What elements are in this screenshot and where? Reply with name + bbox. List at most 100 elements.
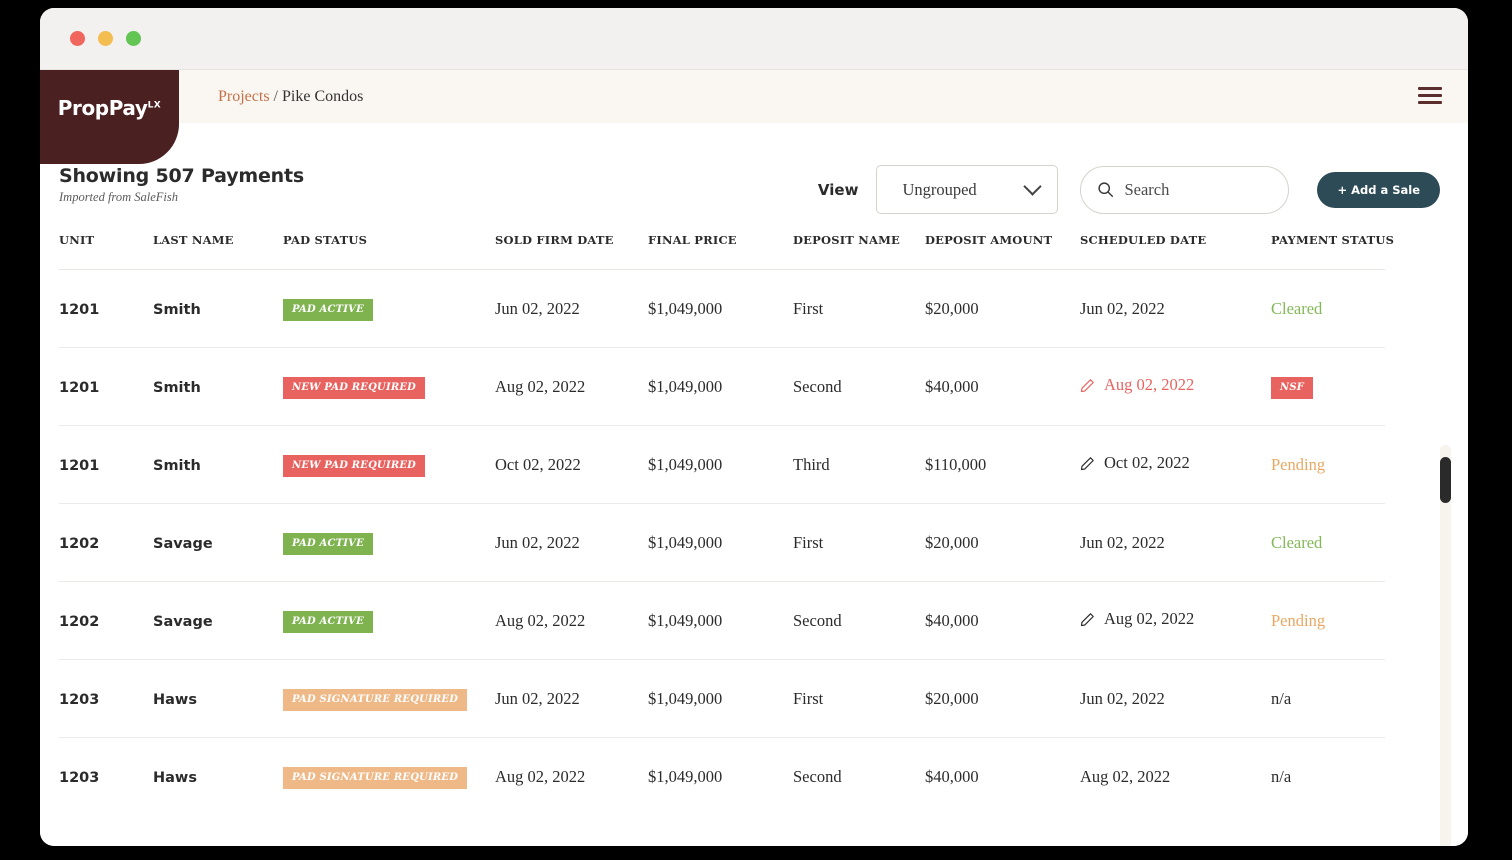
cell-sold-firm-date: Jun 02, 2022 [495, 269, 648, 348]
hamburger-bar-3 [1418, 101, 1442, 104]
cell-pad-status: PAD ACTIVE [283, 503, 495, 582]
table-row[interactable]: 1202 Savage PAD ACTIVE Aug 02, 2022 $1,049,0… [59, 581, 1385, 660]
cell-pad-status: PAD SIGNATURE REQUIRED [283, 738, 495, 816]
cell-last-name: Savage [153, 503, 283, 582]
cell-deposit-name: Third [793, 425, 925, 504]
cell-deposit-amount: $40,000 [925, 347, 1080, 426]
column-header-deposit-name[interactable]: DEPOSIT NAME [793, 233, 925, 270]
page-subtitle: Imported from SaleFish [59, 190, 178, 204]
cell-scheduled-date: Jun 02, 2022 [1080, 503, 1271, 582]
cell-scheduled-date: Jun 02, 2022 [1080, 659, 1271, 738]
chevron-down-icon [1023, 177, 1043, 196]
search-box[interactable] [1080, 165, 1290, 214]
breadcrumb-link-projects[interactable]: Projects [218, 88, 270, 105]
column-header-scheduled-date[interactable]: SCHEDULED DATE [1080, 233, 1271, 270]
vertical-scrollbar[interactable] [1440, 445, 1451, 846]
scheduled-date-value: Aug 02, 2022 [1080, 375, 1194, 395]
minimize-window-button[interactable] [98, 31, 113, 46]
cell-scheduled-date[interactable]: Aug 02, 2022 [1080, 581, 1271, 660]
cell-last-name: Smith [153, 425, 283, 504]
payment-status-text: Pending [1271, 610, 1326, 630]
scheduled-date-value: Aug 02, 2022 [1080, 766, 1171, 786]
cell-sold-firm-date: Oct 02, 2022 [495, 425, 648, 504]
column-header-pad-status[interactable]: PAD STATUS [283, 233, 495, 270]
hamburger-menu-icon[interactable] [1418, 87, 1442, 105]
cell-payment-status: Cleared [1271, 503, 1385, 582]
page-heading-block: Showing 507 Payments Imported from SaleF… [59, 165, 304, 205]
column-header-payment-status[interactable]: PAYMENT STATUS [1271, 233, 1394, 270]
cell-unit: 1201 [59, 347, 153, 426]
scheduled-date-value: Oct 02, 2022 [1080, 453, 1190, 473]
payments-table-container: UNIT LAST NAME PAD STATUS SOLD FIRM DATE… [40, 233, 1468, 816]
scheduled-date-value: Aug 02, 2022 [1080, 609, 1194, 629]
cell-deposit-name: Second [793, 766, 842, 786]
application-window: PropPayLX Projects / Pike Condos Showing… [40, 8, 1468, 846]
cell-deposit-name: First [793, 269, 925, 348]
cell-unit: 1203 [59, 659, 153, 738]
cell-unit: 1202 [59, 581, 153, 660]
payment-status-text: Cleared [1271, 298, 1323, 318]
maximize-window-button[interactable] [126, 31, 141, 46]
pad-status-badge: NEW PAD REQUIRED [283, 454, 426, 477]
pad-status-badge: PAD ACTIVE [283, 532, 373, 555]
desktop-backdrop: PropPayLX Projects / Pike Condos Showing… [0, 0, 1512, 860]
edit-pencil-icon[interactable] [1080, 456, 1095, 471]
table-row[interactable]: 1203 Haws PAD SIGNATURE REQUIRED Aug 02, 20… [59, 738, 1385, 816]
table-row[interactable]: 1201 Smith NEW PAD REQUIRED Oct 02, 2022 $1,… [59, 425, 1385, 504]
payment-status-badge: NSF [1271, 376, 1314, 399]
column-header-last-name[interactable]: LAST NAME [153, 233, 283, 270]
cell-scheduled-date[interactable]: Aug 02, 2022 [1080, 347, 1271, 426]
logo-text: PropPay [57, 96, 148, 120]
table-row[interactable]: 1203 Haws PAD SIGNATURE REQUIRED Jun 02, 20… [59, 659, 1385, 738]
table-row[interactable]: 1201 Smith PAD ACTIVE Jun 02, 2022 $1,049,00… [59, 269, 1385, 348]
cell-final-price: $1,049,000 [648, 766, 723, 786]
close-window-button[interactable] [70, 31, 85, 46]
cell-sold-firm-date: Aug 02, 2022 [495, 581, 648, 660]
page-content: Showing 507 Payments Imported from SaleF… [40, 123, 1468, 846]
cell-final-price: $1,049,000 [648, 503, 793, 582]
app-logo[interactable]: PropPayLX [40, 70, 179, 164]
cell-pad-status: PAD SIGNATURE REQUIRED [283, 659, 495, 738]
cell-payment-status: Cleared [1271, 269, 1385, 348]
search-input[interactable] [1124, 179, 1273, 200]
payment-status-text: Cleared [1271, 532, 1323, 552]
payments-table: UNIT LAST NAME PAD STATUS SOLD FIRM DATE… [59, 233, 1394, 816]
scrollbar-thumb[interactable] [1440, 457, 1451, 503]
cell-final-price: $1,049,000 [648, 581, 793, 660]
breadcrumb: Projects / Pike Condos [218, 88, 363, 106]
cell-unit: 1202 [59, 503, 153, 582]
cell-unit: 1203 [59, 769, 100, 786]
cell-sold-firm-date: Jun 02, 2022 [495, 659, 648, 738]
edit-pencil-icon[interactable] [1080, 612, 1095, 627]
column-header-sold-firm-date[interactable]: SOLD FIRM DATE [495, 233, 648, 270]
breadcrumb-current-pike-condos: Pike Condos [282, 87, 364, 105]
cell-last-name: Smith [153, 347, 283, 426]
scheduled-date-value: Jun 02, 2022 [1080, 298, 1165, 318]
table-row[interactable]: 1201 Smith NEW PAD REQUIRED Aug 02, 2022 $1,… [59, 347, 1385, 426]
cell-unit: 1201 [59, 269, 153, 348]
column-header-unit[interactable]: UNIT [59, 233, 153, 270]
table-row[interactable]: 1202 Savage PAD ACTIVE Jun 02, 2022 $1,049,0… [59, 503, 1385, 582]
view-grouping-select[interactable]: Ungrouped [876, 165, 1059, 214]
hamburger-bar-2 [1418, 94, 1442, 97]
cell-scheduled-date[interactable]: Oct 02, 2022 [1080, 425, 1271, 504]
cell-final-price: $1,049,000 [648, 347, 793, 426]
cell-deposit-amount: $110,000 [925, 425, 1080, 504]
table-body: 1201 Smith PAD ACTIVE Jun 02, 2022 $1,049,00… [59, 269, 1385, 816]
column-header-deposit-amount[interactable]: DEPOSIT AMOUNT [925, 233, 1080, 270]
table-header: UNIT LAST NAME PAD STATUS SOLD FIRM DATE… [59, 233, 1394, 270]
cell-deposit-amount: $40,000 [925, 581, 1080, 660]
cell-scheduled-date: Aug 02, 2022 [1080, 738, 1271, 816]
app-header: PropPayLX Projects / Pike Condos [40, 70, 1468, 164]
pad-status-badge: PAD SIGNATURE REQUIRED [283, 766, 468, 789]
edit-pencil-icon[interactable] [1080, 378, 1095, 393]
cell-scheduled-date: Jun 02, 2022 [1080, 269, 1271, 348]
pad-status-badge: NEW PAD REQUIRED [283, 376, 426, 399]
column-header-final-price[interactable]: FINAL PRICE [648, 233, 793, 270]
cell-deposit-amount: $20,000 [925, 503, 1080, 582]
add-a-sale-button[interactable]: + Add a Sale [1317, 171, 1440, 208]
cell-pad-status: NEW PAD REQUIRED [283, 347, 495, 426]
logo-suffix: LX [147, 100, 162, 111]
cell-deposit-amount: $20,000 [925, 659, 1080, 738]
cell-pad-status: PAD ACTIVE [283, 581, 495, 660]
